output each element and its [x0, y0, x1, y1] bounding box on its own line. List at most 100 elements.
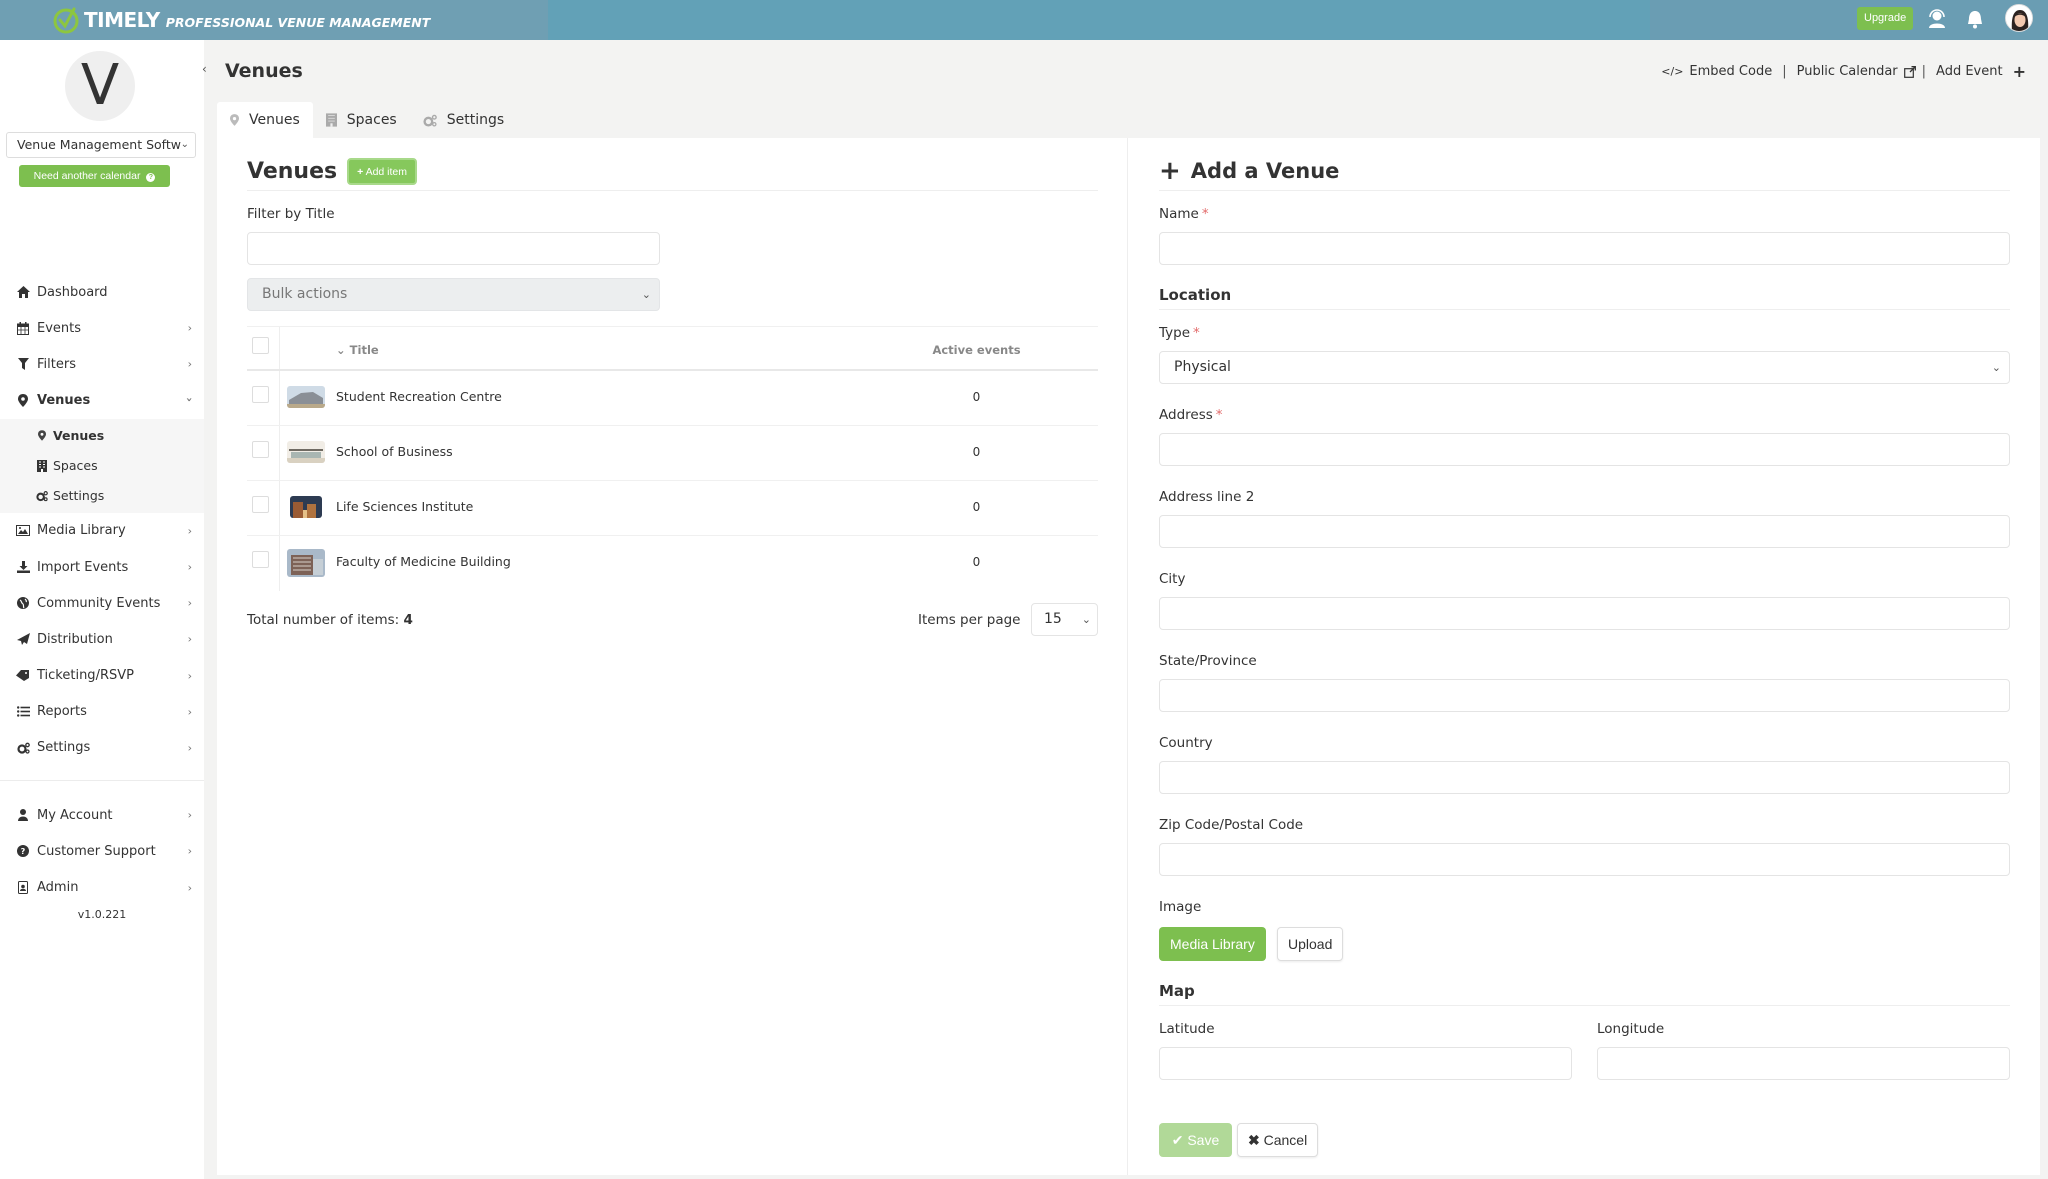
check-icon: ✔ — [1171, 1131, 1184, 1148]
venue-title[interactable]: School of Business — [336, 444, 453, 459]
country-input[interactable] — [1159, 761, 2010, 794]
sidebar-collapse-toggle[interactable]: ‹ — [202, 62, 212, 76]
chevron-down-icon: › — [183, 397, 197, 402]
chevron-right-icon: › — [187, 808, 192, 822]
tab-settings[interactable]: Settings — [410, 102, 517, 138]
chevron-right-icon: › — [187, 560, 192, 574]
chevron-down-icon: ⌄ — [1991, 361, 2001, 374]
id-badge-icon — [16, 881, 30, 895]
venue-title[interactable]: Life Sciences Institute — [336, 499, 473, 514]
table-row[interactable]: Faculty of Medicine Building 0 — [247, 536, 1098, 591]
chevron-right-icon: › — [187, 596, 192, 610]
chevron-right-icon: › — [187, 844, 192, 858]
need-another-calendar-button[interactable]: Need another calendar ? — [19, 165, 170, 187]
venue-title[interactable]: Faculty of Medicine Building — [336, 554, 511, 569]
upload-button[interactable]: Upload — [1277, 927, 1344, 961]
venue-title[interactable]: Student Recreation Centre — [336, 389, 502, 404]
map-marker-icon — [36, 430, 48, 442]
calendar-avatar: V — [65, 51, 135, 121]
sidebar-item-events[interactable]: Events › — [0, 310, 204, 346]
embed-code-link[interactable]: </> Embed Code — [1661, 64, 1772, 79]
plus-icon: + — [1159, 156, 1181, 186]
chevron-right-icon: › — [187, 881, 192, 895]
state-province-input[interactable] — [1159, 679, 2010, 712]
longitude-input[interactable] — [1597, 1047, 2010, 1080]
latitude-input[interactable] — [1159, 1047, 1572, 1080]
media-library-button[interactable]: Media Library — [1159, 927, 1266, 961]
row-checkbox[interactable] — [252, 551, 269, 568]
filter-by-title-input[interactable] — [247, 232, 660, 265]
chevron-right-icon: › — [187, 524, 192, 538]
sidebar: V Venue Management Softw ⌄ Need another … — [0, 40, 204, 1179]
venues-submenu: Venues Spaces Settings — [0, 418, 204, 513]
name-input[interactable] — [1159, 232, 2010, 265]
row-checkbox[interactable] — [252, 496, 269, 513]
row-checkbox[interactable] — [252, 441, 269, 458]
type-select[interactable]: Physical ⌄ — [1159, 351, 2010, 384]
city-input[interactable] — [1159, 597, 2010, 630]
public-calendar-link[interactable]: Public Calendar — [1797, 64, 1916, 79]
content-panel: Venues + Add item Filter by Title Bulk a… — [217, 138, 2040, 1175]
venue-thumbnail — [287, 549, 325, 577]
map-heading: Map — [1159, 982, 1195, 1000]
external-link-icon — [1903, 65, 1916, 78]
table-row[interactable]: Life Sciences Institute 0 — [247, 481, 1098, 536]
sidebar-item-distribution[interactable]: Distribution › — [0, 621, 204, 657]
sidebar-item-ticketing[interactable]: Ticketing/RSVP › — [0, 658, 204, 694]
sidebar-item-filters[interactable]: Filters › — [0, 346, 204, 382]
address-line-2-label: Address line 2 — [1159, 489, 1255, 505]
city-label: City — [1159, 571, 1186, 587]
sidebar-subitem-settings[interactable]: Settings — [0, 481, 204, 511]
sidebar-item-dashboard[interactable]: Dashboard — [0, 274, 204, 310]
sidebar-item-venues[interactable]: Venues › — [0, 383, 204, 419]
app-logo[interactable]: TIMELY PROFESSIONAL VENUE MANAGEMENT — [52, 4, 430, 36]
column-title[interactable]: ⌄ Title — [336, 343, 379, 357]
map-marker-icon — [16, 394, 30, 408]
svg-text:?: ? — [21, 847, 26, 856]
sidebar-item-settings[interactable]: Settings › — [0, 730, 204, 766]
sidebar-item-import-events[interactable]: Import Events › — [0, 549, 204, 585]
upgrade-button[interactable]: Upgrade — [1857, 7, 1914, 30]
sidebar-item-admin[interactable]: Admin › — [0, 869, 204, 905]
address-input[interactable] — [1159, 433, 2010, 466]
sidebar-item-reports[interactable]: Reports › — [0, 694, 204, 730]
zip-code-input[interactable] — [1159, 843, 2010, 876]
sidebar-subitem-venues[interactable]: Venues — [0, 421, 204, 451]
address-line-2-input[interactable] — [1159, 515, 2010, 548]
user-icon — [16, 808, 30, 822]
map-marker-icon — [230, 114, 239, 126]
column-active-events[interactable]: Active events — [927, 343, 1026, 357]
name-label: Name * — [1159, 206, 1209, 222]
table-row[interactable]: Student Recreation Centre 0 — [247, 371, 1098, 426]
table-row[interactable]: School of Business 0 — [247, 426, 1098, 481]
sidebar-item-community-events[interactable]: Community Events › — [0, 585, 204, 621]
row-checkbox[interactable] — [252, 386, 269, 403]
top-bar: TIMELY PROFESSIONAL VENUE MANAGEMENT Upg… — [0, 0, 2048, 40]
save-button[interactable]: ✔ Save — [1159, 1123, 1232, 1157]
user-avatar[interactable] — [2005, 4, 2033, 32]
chevron-right-icon: › — [187, 705, 192, 719]
support-agent-icon[interactable] — [1926, 8, 1948, 30]
location-heading: Location — [1159, 286, 1232, 304]
notifications-bell-icon[interactable] — [1964, 8, 1986, 30]
filter-by-title-label: Filter by Title — [247, 206, 335, 222]
cogs-icon — [16, 741, 30, 755]
add-item-button[interactable]: + Add item — [347, 158, 418, 185]
tab-spaces[interactable]: Spaces — [313, 102, 410, 138]
chevron-down-icon: ⌄ — [1081, 613, 1091, 626]
calendar-selector[interactable]: Venue Management Softw ⌄ — [6, 132, 196, 158]
add-event-link[interactable]: Add Event + — [1936, 62, 2026, 81]
sidebar-item-my-account[interactable]: My Account › — [0, 797, 204, 833]
latitude-label: Latitude — [1159, 1021, 1215, 1037]
globe-icon — [16, 596, 30, 610]
bulk-actions-select[interactable]: Bulk actions ⌄ — [247, 278, 660, 311]
chevron-right-icon: › — [187, 321, 192, 335]
items-per-page-select[interactable]: 15 ⌄ — [1031, 603, 1098, 636]
tab-venues[interactable]: Venues — [217, 102, 313, 138]
select-all-checkbox[interactable] — [252, 337, 269, 354]
app-version: v1.0.221 — [77, 907, 127, 921]
cancel-button[interactable]: ✖ Cancel — [1237, 1123, 1319, 1157]
sidebar-item-media-library[interactable]: Media Library › — [0, 513, 204, 549]
sidebar-subitem-spaces[interactable]: Spaces — [0, 451, 204, 481]
sidebar-item-customer-support[interactable]: ? Customer Support › — [0, 833, 204, 869]
